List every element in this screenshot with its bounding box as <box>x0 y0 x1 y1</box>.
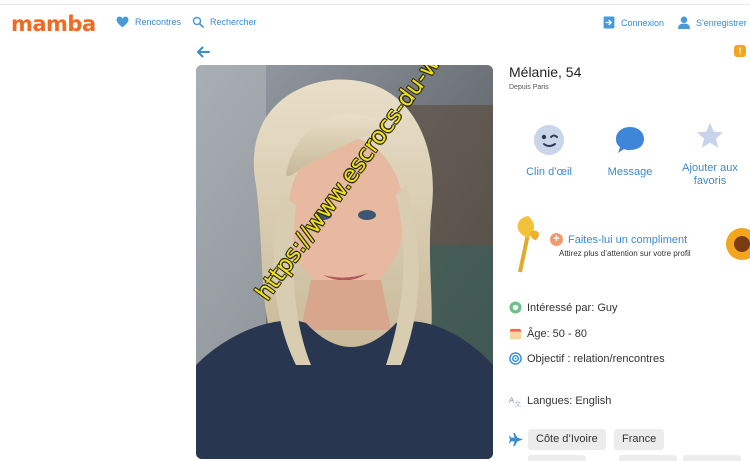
interested-text: Intéressé par: Guy <box>527 301 618 314</box>
photo-illustration <box>196 65 493 459</box>
wink-icon <box>534 125 564 155</box>
language-icon: A文 <box>509 395 522 407</box>
report-icon[interactable]: ! <box>734 45 746 57</box>
compliment-title: Faites-lui un compliment <box>568 233 688 246</box>
flower-bouquet-icon <box>517 216 539 273</box>
message-label: Message <box>607 166 653 178</box>
calendar-icon <box>509 328 522 340</box>
place-chip-partial[interactable] <box>528 455 586 461</box>
nav-rencontres-label: Rencontres <box>135 17 182 27</box>
target-icon <box>509 352 522 365</box>
wink-label: Clin d’œil <box>526 166 572 178</box>
compliment-banner[interactable]: + Faites-lui un compliment Attirez plus … <box>510 214 750 274</box>
place-chip-partial[interactable] <box>619 455 677 461</box>
mamba-logo[interactable]: mamba <box>11 12 96 36</box>
star-icon <box>697 123 723 148</box>
message-button[interactable]: Message <box>590 124 670 179</box>
compliment-link[interactable]: + Faites-lui un compliment <box>550 233 687 246</box>
user-icon <box>678 16 690 29</box>
nav-enregistrer-label: S'enregistrer <box>696 17 747 28</box>
interest-icon <box>509 301 522 314</box>
sunflower-icon <box>726 228 750 260</box>
place-chip-cote-divoire[interactable]: Côte d’Ivoire <box>528 429 606 450</box>
plane-icon <box>509 432 524 447</box>
nav-rechercher[interactable]: Rechercher <box>192 16 257 28</box>
languages-text: Langues: English <box>527 394 612 407</box>
profile-name: Mélanie, 54 <box>509 64 582 80</box>
plus-icon: + <box>550 233 563 246</box>
message-icon <box>616 127 644 153</box>
back-arrow-icon[interactable] <box>195 44 211 60</box>
compliment-subtitle: Attirez plus d’attention sur votre profi… <box>559 249 691 258</box>
nav-connexion[interactable]: Connexion <box>603 16 664 29</box>
interested-row: Intéressé par: Guy <box>509 301 618 314</box>
search-icon <box>192 16 204 28</box>
objective-row: Objectif : relation/rencontres <box>509 352 665 365</box>
nav-rencontres[interactable]: Rencontres <box>116 16 181 28</box>
login-icon <box>603 16 615 29</box>
add-favorites-label: Ajouter aux favoris <box>682 162 738 187</box>
profile-photo[interactable]: https://www.escrocs-du-web.fr <box>196 65 493 459</box>
nav-rechercher-label: Rechercher <box>210 17 257 27</box>
profile-location: Depuis Paris <box>509 84 549 91</box>
nav-enregistrer[interactable]: S'enregistrer <box>678 16 747 29</box>
place-chip-partial[interactable] <box>683 455 741 461</box>
svg-text:A: A <box>509 395 514 404</box>
wink-button[interactable]: Clin d’œil <box>509 124 589 179</box>
add-favorites-button[interactable]: Ajouter aux favoris <box>670 120 750 188</box>
top-divider <box>0 4 750 5</box>
age-text: Âge: 50 - 80 <box>527 327 587 340</box>
heart-icon <box>116 16 129 28</box>
svg-text:文: 文 <box>515 399 522 407</box>
place-chip-france[interactable]: France <box>614 429 665 450</box>
header: mamba Rencontres Rechercher Connexion S'… <box>0 6 750 42</box>
objective-text: Objectif : relation/rencontres <box>527 352 665 365</box>
nav-connexion-label: Connexion <box>621 17 665 28</box>
age-row: Âge: 50 - 80 <box>509 327 587 340</box>
languages-row: A文 Langues: English <box>509 394 612 408</box>
